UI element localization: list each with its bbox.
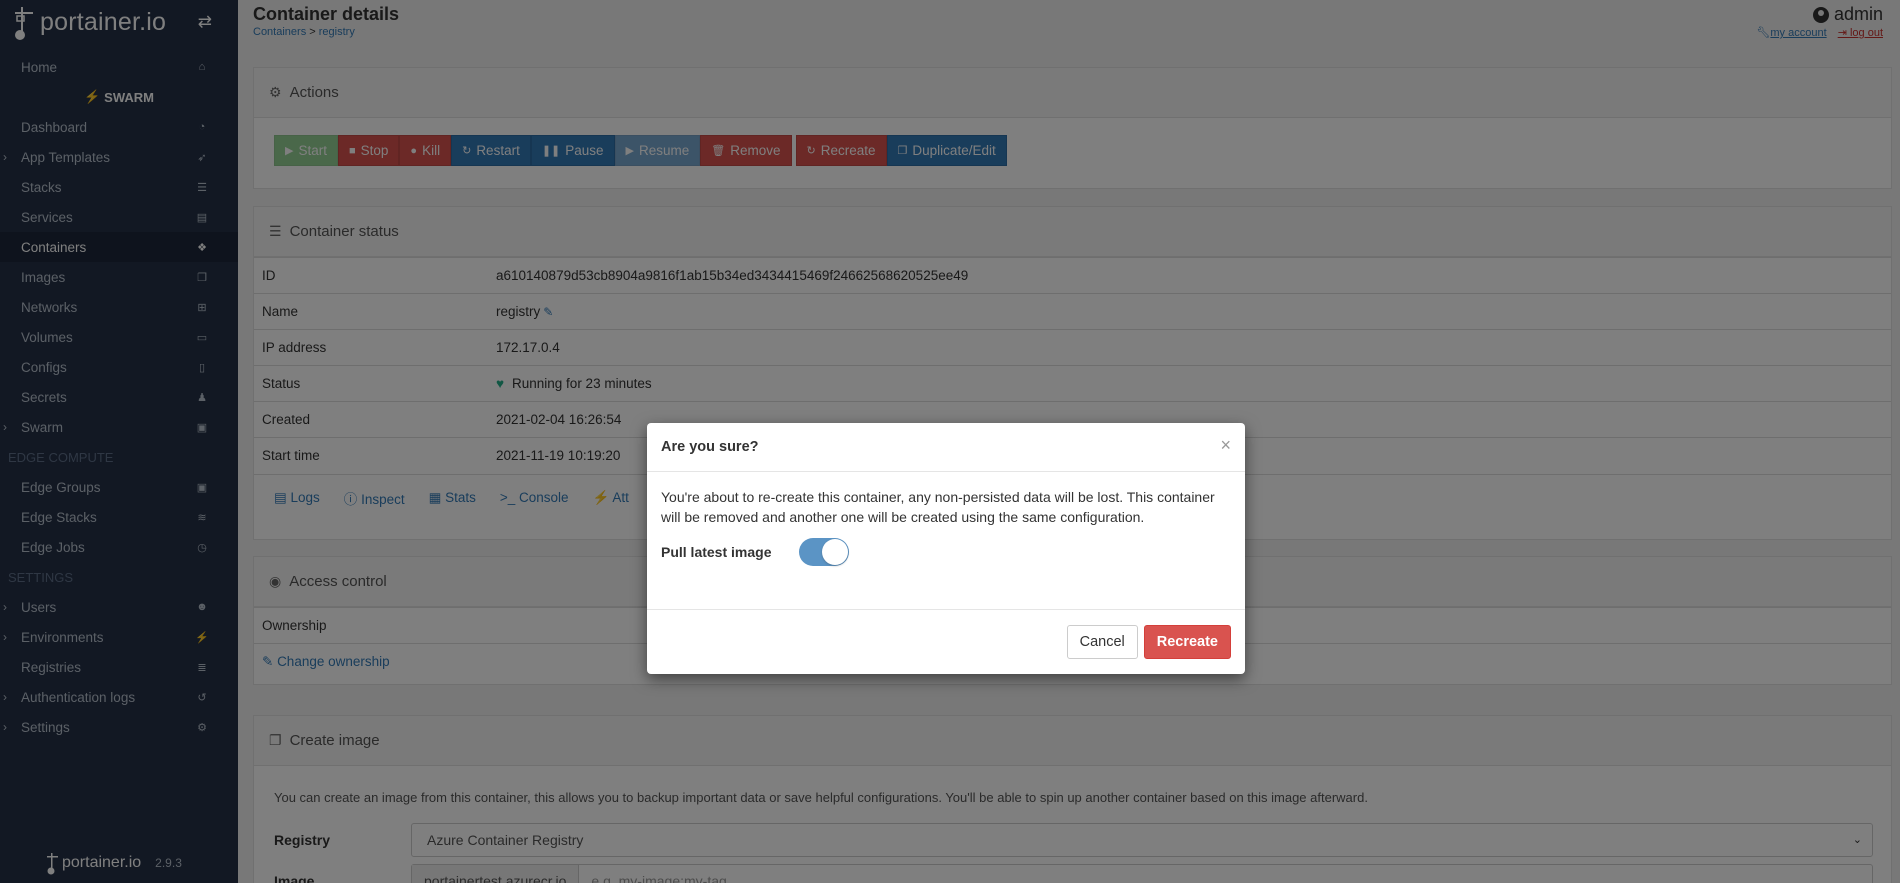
dialog-title: Are you sure? — [661, 439, 759, 455]
confirm-recreate-button[interactable]: Recreate — [1143, 625, 1231, 659]
pull-image-toggle-row: Pull latest image — [661, 538, 1231, 566]
switch-knob — [822, 539, 848, 565]
pull-image-label: Pull latest image — [661, 544, 772, 560]
dialog-header: Are you sure? — [647, 423, 1245, 472]
dialog-message: You're about to re-create this container… — [661, 489, 1215, 525]
dialog-body: You're about to re-create this container… — [647, 472, 1245, 566]
cancel-button[interactable]: Cancel — [1066, 625, 1138, 659]
close-icon[interactable]: × — [1220, 435, 1231, 456]
dialog-footer: Cancel Recreate — [647, 609, 1245, 674]
pull-image-switch[interactable] — [799, 538, 849, 566]
confirm-dialog: Are you sure? × You're about to re-creat… — [647, 423, 1245, 674]
